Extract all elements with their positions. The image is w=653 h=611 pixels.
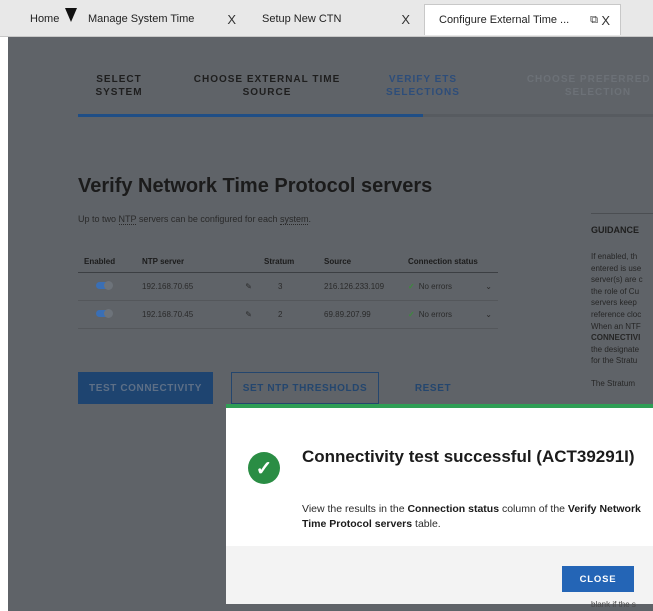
server-value: 192.168.70.45 <box>142 310 194 319</box>
step-label: SOURCE <box>242 87 292 98</box>
reset-button[interactable]: RESET <box>403 372 463 404</box>
step-verify-ets-selections[interactable]: VERIFY ETS SELECTIONS <box>373 73 473 99</box>
guidance-line: entered is use <box>591 263 642 273</box>
col-stratum: Stratum <box>258 251 318 273</box>
system-term-link[interactable]: system <box>279 214 309 225</box>
test-connectivity-button[interactable]: TEST CONNECTIVITY <box>78 372 213 404</box>
enabled-toggle[interactable] <box>96 281 113 290</box>
page-title: Verify Network Time Protocol servers <box>78 175 433 197</box>
popout-icon[interactable]: ⧉ <box>590 14 598 27</box>
intro-text-part: Up to two <box>78 214 119 224</box>
col-connection-status: Connection status <box>402 251 498 273</box>
guidance-line: the designate <box>591 344 640 354</box>
step-choose-preferred-ets[interactable]: CHOOSE PREFERRED ET SELECTION <box>518 73 653 99</box>
guidance-peek-text: blank if the s <box>591 600 636 609</box>
guidance-line: When an NTF <box>591 321 641 331</box>
tab-home-label: Home <box>30 13 60 25</box>
ntp-abbreviation[interactable]: NTP <box>118 214 137 225</box>
tab-bar: Home Manage System Time X Setup New CTN … <box>0 0 653 37</box>
tab-setup-new-ctn[interactable]: Setup New CTN X <box>262 8 418 30</box>
guidance-heading: GUIDANCE <box>591 225 640 235</box>
table-row: 192.168.70.65 ✎ 3 216.126.233.109 ✓ No err… <box>78 272 498 301</box>
guidance-line: The Stratum <box>591 378 636 388</box>
dialog-title: Connectivity test successful (ACT39291I) <box>302 447 635 466</box>
intro-text-part: servers can be configured for each <box>136 214 280 224</box>
status-cell: ✓ No errors ⌄ <box>402 272 498 301</box>
col-enabled: Enabled <box>78 251 136 273</box>
success-dialog: ✓ Connectivity test successful (ACT39291… <box>226 404 653 604</box>
tab-configure-external-time-label: Configure External Time ... <box>439 14 570 26</box>
ntp-servers-table: Enabled NTP server Stratum Source Connec… <box>78 251 498 329</box>
step-select-system[interactable]: SELECT SYSTEM <box>78 73 160 99</box>
guidance-line: server(s) are c <box>591 275 643 285</box>
tab-setup-new-ctn-label: Setup New CTN <box>262 13 342 25</box>
success-check-icon: ✓ <box>248 452 280 484</box>
table-row: 192.168.70.45 ✎ 2 69.89.207.99 ✓ No errors… <box>78 300 498 329</box>
dialog-body-bold: Connection status <box>407 503 500 515</box>
intro-text-part: . <box>308 214 311 224</box>
tab-configure-external-time[interactable]: Configure External Time ... ⧉ X <box>424 4 621 35</box>
pencil-icon[interactable]: ✎ <box>245 282 252 291</box>
step-label: SELECT <box>96 74 142 85</box>
guidance-line: reference cloc <box>591 309 642 319</box>
step-label: SYSTEM <box>95 87 143 98</box>
dialog-body-part: table. <box>412 518 441 530</box>
col-ntp-server: NTP server <box>136 251 258 273</box>
enabled-toggle[interactable] <box>96 309 113 318</box>
source-cell: 216.126.233.109 <box>318 272 402 301</box>
dialog-body: View the results in the Connection statu… <box>302 502 642 532</box>
source-cell: 69.89.207.99 <box>318 300 402 329</box>
guidance-line: for the Stratu <box>591 356 638 366</box>
guidance-line <box>591 367 653 378</box>
tab-home[interactable]: Home <box>30 8 59 30</box>
step-label: SELECTION <box>564 87 632 98</box>
tab-manage-system-time[interactable]: Manage System Time X <box>88 8 244 30</box>
wizard-progress-bar <box>78 114 653 117</box>
guidance-line: servers keep <box>591 298 637 308</box>
col-source: Source <box>318 251 402 273</box>
set-ntp-thresholds-button[interactable]: SET NTP THRESHOLDS <box>231 372 379 404</box>
close-icon[interactable]: X <box>401 12 410 27</box>
step-choose-external-time-source[interactable]: CHOOSE EXTERNAL TIME SOURCE <box>183 73 351 99</box>
tab-separator <box>65 8 77 22</box>
wizard-progress-fill <box>78 114 423 117</box>
step-label: CHOOSE EXTERNAL TIME <box>193 74 341 85</box>
server-cell: 192.168.70.45 ✎ <box>136 300 258 329</box>
close-icon[interactable]: X <box>227 12 236 27</box>
stratum-cell: 3 <box>258 272 318 301</box>
step-label: CHOOSE PREFERRED ET <box>526 74 653 85</box>
enabled-cell <box>78 300 136 329</box>
dialog-body-part: View the results in the <box>302 503 408 515</box>
close-icon[interactable]: X <box>601 13 610 28</box>
dialog-body-part: column of the <box>499 503 568 515</box>
status-cell: ✓ No errors ⌄ <box>402 300 498 329</box>
check-icon: ✓ <box>408 282 415 291</box>
server-value: 192.168.70.65 <box>142 282 194 291</box>
enabled-cell <box>78 272 136 301</box>
wizard-steps: SELECT SYSTEM CHOOSE EXTERNAL TIME SOURC… <box>78 73 653 117</box>
check-icon: ✓ <box>408 310 415 319</box>
intro-text: Up to two NTP servers can be configured … <box>78 214 311 225</box>
guidance-line: CONNECTIVI <box>591 333 641 343</box>
status-value: No errors <box>418 282 453 291</box>
status-value: No errors <box>418 310 453 319</box>
step-label: SELECTIONS <box>386 87 460 98</box>
chevron-down-icon[interactable]: ⌄ <box>485 310 492 319</box>
divider <box>591 213 653 214</box>
chevron-down-icon[interactable]: ⌄ <box>485 282 492 291</box>
guidance-line: the role of Cu <box>591 286 640 296</box>
guidance-line: If enabled, th <box>591 252 638 261</box>
step-label: VERIFY ETS <box>388 74 458 85</box>
dialog-footer: CLOSE <box>226 546 653 604</box>
table-header-row: Enabled NTP server Stratum Source Connec… <box>78 251 498 273</box>
close-button[interactable]: CLOSE <box>562 566 634 592</box>
server-cell: 192.168.70.65 ✎ <box>136 272 258 301</box>
guidance-text: If enabled, th entered is use server(s) … <box>591 251 653 390</box>
stratum-cell: 2 <box>258 300 318 329</box>
tab-manage-system-time-label: Manage System Time <box>88 13 195 25</box>
pencil-icon[interactable]: ✎ <box>245 310 252 319</box>
